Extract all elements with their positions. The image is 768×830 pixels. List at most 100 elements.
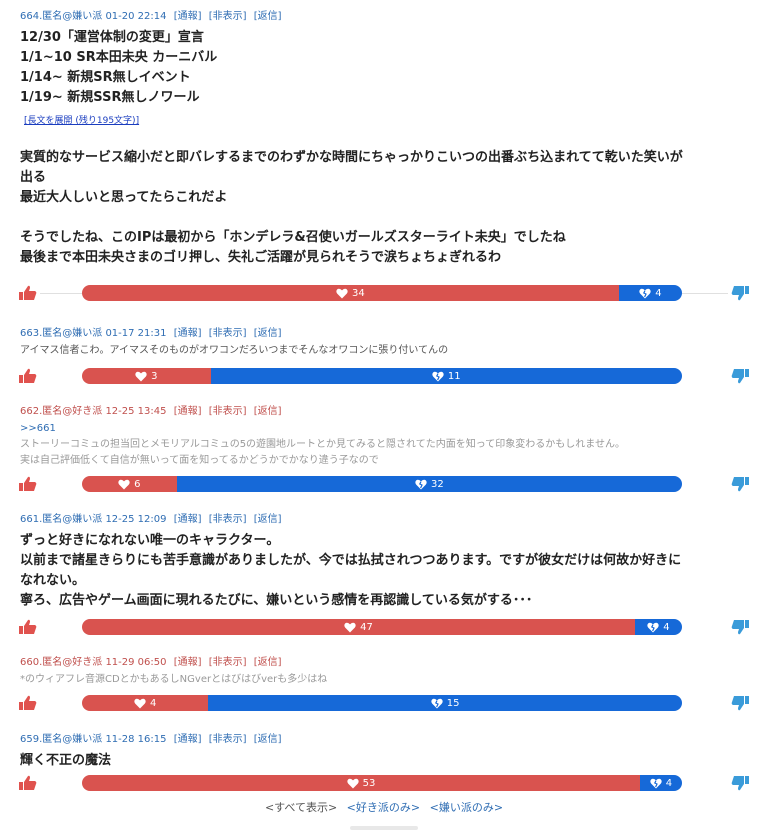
report-link[interactable]: [通報] [174,514,202,525]
like-count-segment: 34 [82,285,619,301]
like-count: 34 [352,287,365,299]
comment-line: 12/30「運営体制の変更」宣言 [20,30,204,45]
reply-link[interactable]: [返信] [254,514,282,525]
comment-header: 664.匿名@嫌い派 01-20 22:14 [通報] [非表示] [返信] [20,10,750,24]
thumbs-up-icon[interactable] [18,619,38,635]
dislike-count-segment: 4 [618,285,682,301]
vote-row: 6 32 [18,476,750,492]
likes-only-link[interactable]: <好き派のみ> [347,801,420,814]
dislike-count-segment: 11 [210,368,682,384]
dislike-count-segment: 15 [208,695,682,711]
expand-long-text-link[interactable]: [長文を展開 (残り195文字)] [24,114,139,128]
vote-bar: 3 11 [82,368,682,384]
vote-bar: 6 32 [82,476,682,492]
thumbs-down-icon[interactable] [730,775,750,791]
like-count-segment: 53 [82,775,640,791]
thumbs-down-icon[interactable] [730,368,750,384]
comment-body: 12/30「運営体制の変更」宣言 1/1~10 SR本田未央 カーニバル 1/1… [20,28,750,268]
comment-author: 660.匿名@好き派 11-29 06:50 [20,657,167,668]
comment-line: 最後まで本田未央さまのゴリ押し、失礼ご活躍が見られそうで涙ちょちょぎれるわ [20,250,502,265]
thumbs-down-icon[interactable] [730,695,750,711]
comment-body: 輝く不正の魔法 [20,751,750,771]
hide-link[interactable]: [非表示] [209,657,247,668]
broken-heart-icon [650,778,662,788]
comment-line: 輝く不正の魔法 [20,753,112,768]
comment-line: そうでしたね、このIPは最初から「ホンデレラ&召使いガールズスターライト未央」で… [20,230,566,245]
dislike-count: 4 [665,777,673,789]
thumbs-up-icon[interactable] [18,476,38,492]
thumbs-up-icon[interactable] [18,775,38,791]
report-link[interactable]: [通報] [174,734,202,745]
hide-link[interactable]: [非表示] [209,514,247,525]
hide-link[interactable]: [非表示] [209,11,247,22]
hide-link[interactable]: [非表示] [209,328,247,339]
scroll-indicator [350,826,418,830]
comment-body: *のウィアフレ音源CDとかもあるしNGverとはびはびverも多少はね [20,672,750,688]
comment-line: *のウィアフレ音源CDとかもあるしNGverとはびはびverも多少はね [20,674,328,685]
comment-header: 663.匿名@嫌い派 01-17 21:31 [通報] [非表示] [返信] [20,327,750,341]
like-count: 53 [362,777,376,789]
reply-link[interactable]: [返信] [254,11,282,22]
comment-664: 664.匿名@嫌い派 01-20 22:14 [通報] [非表示] [返信] 1… [20,10,750,268]
reply-link[interactable]: [返信] [254,734,282,745]
thumbs-up-icon[interactable] [18,695,38,711]
reply-anchor-link[interactable]: >>661 [20,421,750,437]
dislike-count: 4 [655,287,662,299]
comment-line: アイマス信者こわ。アイマスそのものがオワコンだろいつまでそんなオワコンに張り付い… [20,345,449,356]
reply-link[interactable]: [返信] [254,406,282,417]
comment-header: 661.匿名@嫌い派 12-25 12:09 [通報] [非表示] [返信] [20,513,750,527]
comment-line: 1/1~10 SR本田未央 カーニバル [20,50,218,65]
comment-author: 662.匿名@好き派 12-25 13:45 [20,406,167,417]
dislike-count: 32 [430,478,444,490]
like-count-segment: 4 [82,695,209,711]
thumbs-up-icon[interactable] [18,368,38,384]
heart-icon [134,698,146,708]
comment-661: 661.匿名@嫌い派 12-25 12:09 [通報] [非表示] [返信] ず… [20,513,750,611]
comment-line: 以前まで諸星きらりにも苦手意識がありましたが、今では払拭されつつあります。ですが… [20,553,682,568]
report-link[interactable]: [通報] [174,657,202,668]
comment-line: 実は自己評価低くて自信が無いって面を知ってるかどうかでかなり違う子なので [20,455,379,466]
vote-row: 53 4 [18,775,750,791]
reply-link[interactable]: [返信] [254,328,282,339]
vote-row: 3 11 [18,368,750,384]
heart-icon [118,479,130,489]
comment-body: >>661 ストーリーコミュの担当回とメモリアルコミュの5の遊園地ルートとか見て… [20,421,750,469]
hide-link[interactable]: [非表示] [209,406,247,417]
show-all-link[interactable]: <すべて表示> [265,801,337,814]
comment-author: 663.匿名@嫌い派 01-17 21:31 [20,328,167,339]
like-count: 6 [134,478,141,490]
heart-icon [135,371,147,381]
dislike-count: 4 [663,621,670,633]
comment-author: 664.匿名@嫌い派 01-20 22:14 [20,11,167,22]
dislikes-only-link[interactable]: <嫌い派のみ> [430,801,503,814]
comment-header: 659.匿名@嫌い派 11-28 16:15 [通報] [非表示] [返信] [20,733,750,747]
hide-link[interactable]: [非表示] [209,734,247,745]
thumbs-down-icon[interactable] [730,619,750,635]
heart-icon [336,288,348,298]
dislike-count: 15 [446,697,460,709]
divider [40,293,82,294]
thumbs-up-icon[interactable] [18,285,38,301]
report-link[interactable]: [通報] [174,406,202,417]
reply-link[interactable]: [返信] [254,657,282,668]
broken-heart-icon [431,698,443,708]
comment-line: ストーリーコミュの担当回とメモリアルコミュの5の遊園地ルートとか見てみると隠され… [20,439,625,450]
comment-header: 662.匿名@好き派 12-25 13:45 [通報] [非表示] [返信] [20,405,750,419]
comment-header: 660.匿名@好き派 11-29 06:50 [通報] [非表示] [返信] [20,656,750,670]
vote-bar: 34 4 [82,285,682,301]
dislike-count-segment: 4 [634,619,682,635]
thumbs-down-icon[interactable] [730,285,750,301]
report-link[interactable]: [通報] [174,328,202,339]
comment-line: 最近大人しいと思ってたらこれだよ [20,190,228,205]
report-link[interactable]: [通報] [174,11,202,22]
comment-author: 659.匿名@嫌い派 11-28 16:15 [20,734,167,745]
broken-heart-icon [432,371,444,381]
like-count-segment: 47 [82,619,635,635]
heart-icon [346,778,359,788]
vote-row: 47 4 [18,619,750,635]
thumbs-down-icon[interactable] [730,476,750,492]
broken-heart-icon [639,288,651,298]
comment-660: 660.匿名@好き派 11-29 06:50 [通報] [非表示] [返信] *… [20,656,750,688]
